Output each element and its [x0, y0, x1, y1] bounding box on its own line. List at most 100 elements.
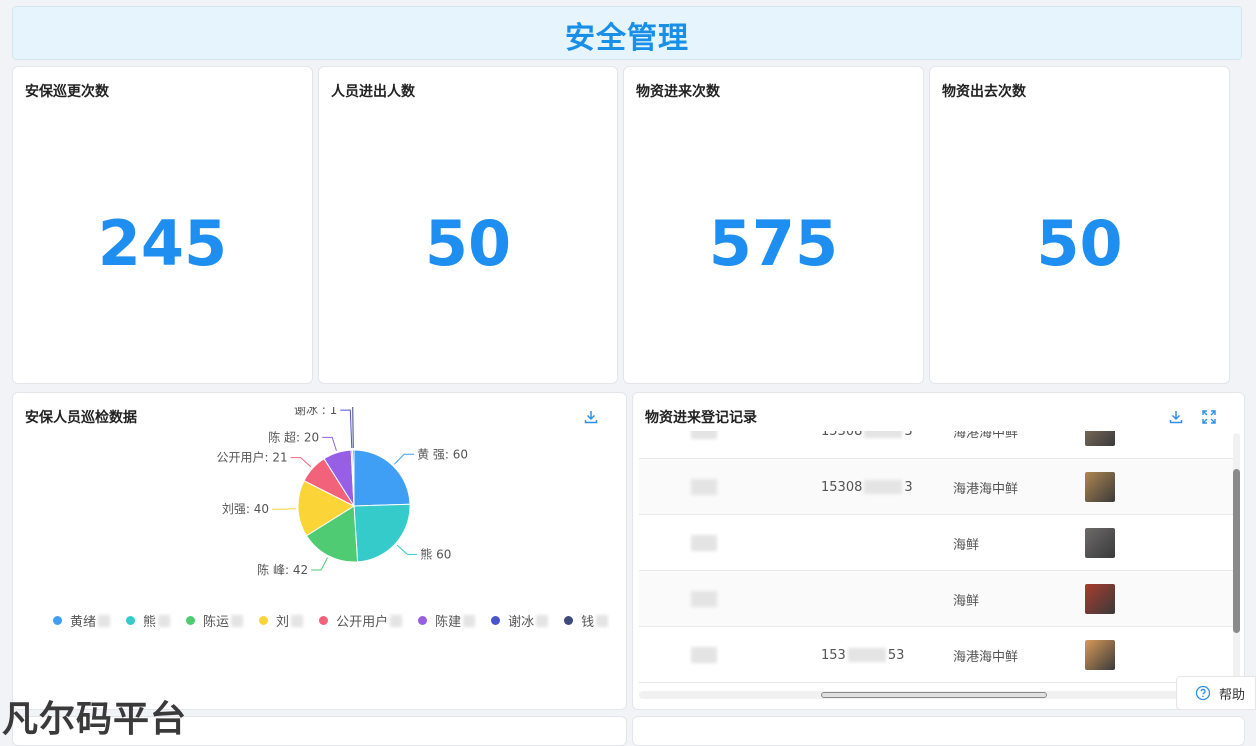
patrol-chart-panel: 安保人员巡检数据 黄 强: 60 熊 60 陈 峰: 42 刘强: 40 公开用户: 2… [12, 392, 627, 710]
phone-prefix: 15308 [821, 431, 863, 439]
scrollbar-thumb[interactable] [821, 692, 1047, 698]
redacted-block [691, 431, 717, 439]
photo-thumbnail[interactable] [1085, 584, 1115, 614]
table-row[interactable]: 15308 3 海港海中鲜 [639, 459, 1233, 515]
description-cell: 海港海中鲜 [953, 481, 1019, 497]
stat-value: 245 [97, 207, 228, 280]
legend-label: 刘 [276, 615, 290, 630]
page-header: 安全管理 [12, 6, 1242, 60]
photo-cell[interactable] [1085, 515, 1115, 571]
description-cell: 海港海中鲜 [953, 649, 1019, 665]
table-row[interactable]: 153 53 海港海中鲜 [639, 627, 1233, 683]
table-row[interactable]: 海鲜 [639, 515, 1233, 571]
photo-thumbnail[interactable] [1085, 431, 1115, 446]
name-cell [691, 627, 717, 683]
redacted-block [463, 614, 476, 627]
stat-value: 50 [1036, 207, 1123, 280]
redacted-block [98, 614, 111, 627]
legend-item[interactable]: 公开用户 [319, 611, 403, 630]
pie-label: 黄 强: 60 [417, 447, 468, 461]
phone-prefix: 15308 [821, 479, 863, 495]
name-cell [691, 515, 717, 571]
phone-suffix: 53 [887, 647, 905, 663]
redacted-block [691, 479, 717, 495]
legend-label: 黄绪 [70, 615, 97, 630]
photo-cell[interactable] [1085, 459, 1115, 515]
table-row[interactable]: 15308 3 海港海中鲜 [639, 431, 1233, 459]
redacted-block [847, 648, 886, 662]
legend-item[interactable]: 陈建 [418, 611, 476, 630]
photo-thumbnail[interactable] [1085, 640, 1115, 670]
photo-thumbnail[interactable] [1085, 528, 1115, 558]
materials-in-panel: 物资进来登记记录 15308 3 海港海中鲜 15308 3 海港海中鲜 海鲜 海鲜 153 53… [632, 392, 1245, 710]
redacted-block [291, 614, 304, 627]
phone-suffix: 3 [904, 479, 913, 495]
redacted-block [864, 480, 903, 494]
redacted-block [231, 614, 244, 627]
stat-label: 安保巡更次数 [25, 84, 109, 100]
pie-label: 陈 超: 20 [268, 429, 319, 444]
legend-label: 公开用户 [336, 615, 389, 630]
chart-legend: 黄绪 熊 陈运 刘 公开用户 陈建 谢冰 钱 [53, 611, 613, 630]
scrollbar-thumb[interactable] [1233, 469, 1240, 633]
pie-slice[interactable] [353, 503, 411, 563]
description-cell: 海鲜 [953, 593, 980, 609]
legend-item[interactable]: 钱 [564, 611, 609, 630]
legend-label: 钱 [581, 615, 595, 630]
photo-cell[interactable] [1085, 627, 1115, 683]
redacted-block [158, 614, 171, 627]
stat-value: 575 [708, 207, 839, 280]
phone-suffix: 3 [904, 431, 913, 439]
legend-dot [259, 616, 269, 625]
description-cell: 海港海中鲜 [953, 431, 1019, 441]
photo-cell[interactable] [1085, 431, 1115, 459]
download-icon[interactable] [1168, 409, 1184, 425]
pie-label: 陈 峰: 42 [257, 562, 308, 577]
help-icon [1195, 685, 1211, 701]
phone-cell: 15308 3 [821, 431, 913, 459]
pie-label: 熊 60 [420, 546, 451, 561]
redacted-block [691, 535, 717, 551]
legend-dot [418, 616, 428, 625]
help-label: 帮助 [1219, 687, 1246, 703]
pie-slice[interactable] [353, 449, 411, 507]
stat-card-materials-in: 物资进来次数 575 [623, 66, 924, 384]
legend-item[interactable]: 谢冰 [491, 611, 549, 630]
pie-label-line [272, 508, 297, 510]
legend-item[interactable]: 刘 [259, 611, 304, 630]
vertical-scrollbar[interactable] [1233, 433, 1240, 685]
pie-label: 谢冰 : 1 [294, 407, 337, 417]
redacted-block [390, 614, 403, 627]
fullscreen-icon[interactable] [1201, 409, 1217, 425]
photo-cell[interactable] [1085, 571, 1115, 627]
pie-label-line [311, 557, 328, 571]
legend-dot [126, 616, 136, 625]
pie-label-line [340, 409, 353, 449]
stat-label: 物资进来次数 [636, 84, 720, 100]
legend-item[interactable]: 熊 [126, 611, 171, 630]
pie-label: 公开用户: 21 [217, 450, 288, 465]
materials-table: 15308 3 海港海中鲜 15308 3 海港海中鲜 海鲜 海鲜 153 53 海港海中鲜 [639, 431, 1233, 685]
phone-cell: 15308 3 [821, 459, 913, 515]
stat-value: 50 [424, 207, 512, 280]
stat-card-materials-out: 物资出去次数 50 [929, 66, 1230, 384]
redacted-block [596, 614, 609, 627]
legend-dot [319, 616, 329, 625]
horizontal-scrollbar[interactable] [639, 691, 1179, 699]
stat-label: 人员进出人数 [331, 84, 415, 100]
legend-item[interactable]: 陈运 [186, 611, 244, 630]
legend-label: 谢冰 [508, 615, 535, 630]
legend-item[interactable]: 黄绪 [53, 611, 111, 630]
photo-thumbnail[interactable] [1085, 472, 1115, 502]
pie-label: 刘强: 40 [222, 502, 269, 516]
legend-dot [564, 616, 574, 625]
description-cell: 海鲜 [953, 537, 980, 553]
name-cell [691, 431, 717, 459]
table-row[interactable]: 海鲜 [639, 571, 1233, 627]
redacted-block [691, 591, 717, 607]
redacted-block [864, 431, 903, 438]
phone-prefix: 153 [821, 647, 846, 663]
pie-label-line [322, 436, 337, 451]
help-button[interactable]: 帮助 [1176, 676, 1256, 710]
pie-label-line [290, 457, 312, 468]
